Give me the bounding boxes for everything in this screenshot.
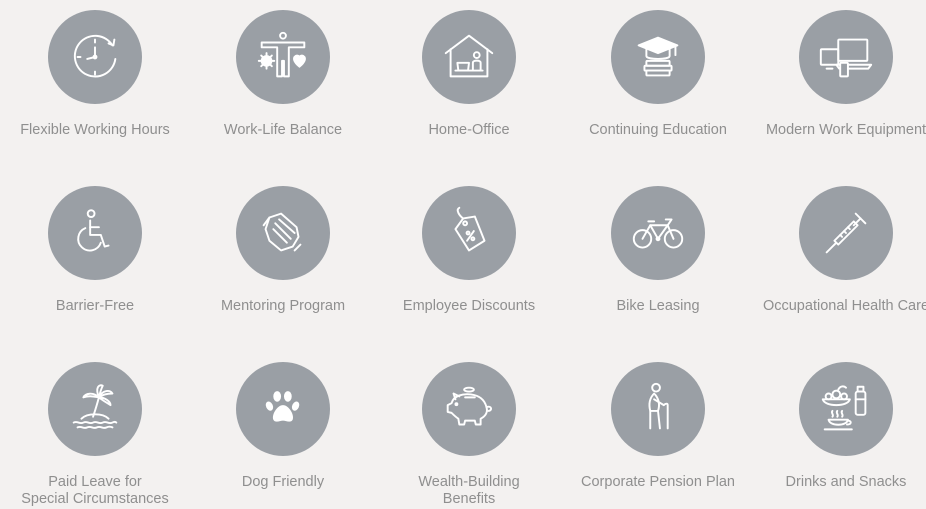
benefit-label-text: Corporate Pension Plan <box>581 474 735 490</box>
benefit-icon-circle <box>611 10 705 104</box>
wheelchair-icon <box>77 209 110 252</box>
benefit-label-text: Paid Leave for <box>48 474 142 490</box>
handshake-icon <box>262 212 302 252</box>
drinks-snacks-icon <box>821 385 867 431</box>
benefit-icon-circle <box>236 362 330 456</box>
benefit-label-text: Occupational Health Care <box>762 298 926 314</box>
syringe-icon <box>825 212 867 254</box>
benefit-icon-circle <box>48 10 142 104</box>
benefit-label-text: Wealth-Building <box>418 474 520 490</box>
benefit-icon-circle <box>48 186 142 280</box>
benefit-icon-circle <box>236 10 330 104</box>
benefit-icon-circle <box>799 362 893 456</box>
benefit-modern-work-equipment: Modern Work Equipment <box>756 10 926 139</box>
benefit-icon-circle <box>799 10 893 104</box>
benefit-label: Modern Work Equipment <box>756 122 926 139</box>
benefit-label: Corporate Pension Plan <box>568 474 748 491</box>
benefit-label-text: Employee Discounts <box>402 298 536 314</box>
home-office-icon <box>444 34 494 78</box>
benefit-icon-circle <box>422 10 516 104</box>
benefit-continuing-education: Continuing Education <box>568 10 748 139</box>
benefit-employee-discounts: Employee Discounts <box>379 186 559 315</box>
benefit-label: Flexible Working Hours <box>5 122 185 139</box>
benefit-label: Wealth-Building Benefits <box>379 474 559 508</box>
benefit-icon-circle <box>611 362 705 456</box>
benefit-label-text: Work-Life Balance <box>223 122 343 138</box>
benefit-label-text: Flexible Working Hours <box>20 122 170 138</box>
benefit-label-text-line2: Special Circumstances <box>21 491 169 507</box>
elderly-person-icon <box>648 382 669 430</box>
devices-icon <box>819 38 873 78</box>
benefit-flexible-working-hours: Flexible Working Hours <box>5 10 185 139</box>
benefit-label: Work-Life Balance <box>193 122 373 139</box>
benefit-drinks-and-snacks: Drinks and Snacks <box>756 362 926 491</box>
paw-icon <box>265 391 300 422</box>
benefit-label-text-line2: Benefits <box>442 491 496 507</box>
benefit-work-life-balance: Work-Life Balance <box>193 10 373 139</box>
benefit-home-office: Home-Office <box>379 10 559 139</box>
benefit-icon-circle <box>422 186 516 280</box>
graduation-cap-icon <box>637 36 679 77</box>
benefit-bike-leasing: Bike Leasing <box>568 186 748 315</box>
discount-tag-icon <box>454 206 486 252</box>
benefit-icon-circle <box>799 186 893 280</box>
benefit-label-text: Modern Work Equipment <box>765 122 926 138</box>
benefit-label-text: Home-Office <box>428 122 510 138</box>
benefits-page: { "colors": { "background": "#f3f1f0", "… <box>0 0 926 509</box>
bicycle-icon <box>632 218 684 249</box>
benefit-label-text: Dog Friendly <box>241 474 325 490</box>
piggy-bank-icon <box>446 386 493 426</box>
benefit-label: Drinks and Snacks <box>756 474 926 491</box>
benefit-label: Dog Friendly <box>193 474 373 491</box>
benefit-label: Employee Discounts <box>379 298 559 315</box>
benefit-label-text: Continuing Education <box>589 122 727 138</box>
clock-icon <box>73 34 117 78</box>
benefit-label: Occupational Health Care <box>756 298 926 315</box>
benefit-label-text: Barrier-Free <box>55 298 135 314</box>
benefit-dog-friendly: Dog Friendly <box>193 362 373 491</box>
island-icon <box>72 384 118 429</box>
benefit-paid-leave: Paid Leave for Special Circumstances <box>5 362 185 508</box>
benefit-wealth-building: Wealth-Building Benefits <box>379 362 559 508</box>
benefit-barrier-free: Barrier-Free <box>5 186 185 315</box>
benefit-label: Paid Leave for Special Circumstances <box>5 474 185 508</box>
benefit-occupational-health-care: Occupational Health Care <box>756 186 926 315</box>
benefit-label-text: Drinks and Snacks <box>785 474 907 490</box>
balance-icon <box>257 31 306 78</box>
benefit-icon-circle <box>611 186 705 280</box>
benefit-icon-circle <box>48 362 142 456</box>
benefit-label: Continuing Education <box>568 122 748 139</box>
benefit-corporate-pension-plan: Corporate Pension Plan <box>568 362 748 491</box>
benefit-label: Home-Office <box>379 122 559 139</box>
benefit-label: Barrier-Free <box>5 298 185 315</box>
benefit-icon-circle <box>422 362 516 456</box>
benefit-label: Mentoring Program <box>193 298 373 315</box>
benefit-mentoring-program: Mentoring Program <box>193 186 373 315</box>
benefit-label-text: Mentoring Program <box>220 298 346 314</box>
benefit-icon-circle <box>236 186 330 280</box>
benefit-label-text: Bike Leasing <box>616 298 700 314</box>
benefit-label: Bike Leasing <box>568 298 748 315</box>
